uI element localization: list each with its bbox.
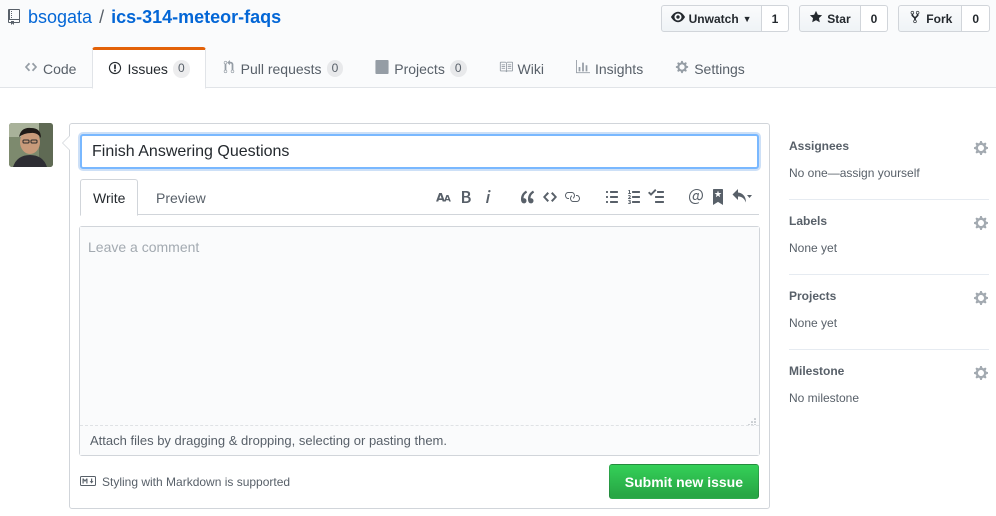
tab-insights-label: Insights (594, 60, 644, 77)
link-icon[interactable] (561, 186, 583, 208)
milestone-gear-icon[interactable] (973, 365, 989, 381)
tab-wiki[interactable]: Wiki (483, 47, 560, 88)
submit-new-issue-button[interactable]: Submit new issue (608, 464, 759, 499)
issue-opened-icon (108, 61, 122, 78)
unwatch-label: Unwatch (688, 11, 739, 26)
fork-button[interactable]: Fork (898, 5, 963, 32)
header-text-icon[interactable]: AA (433, 186, 455, 208)
fork-label: Fork (926, 11, 953, 26)
tab-issues[interactable]: Issues 0 (92, 47, 206, 89)
star-group: Star 0 (799, 5, 889, 32)
projects-gear-icon[interactable] (973, 290, 989, 306)
star-icon (809, 10, 823, 27)
repo-icon (8, 8, 22, 27)
tab-issues-label: Issues (127, 61, 168, 77)
new-issue-form: Write Preview AA (62, 123, 770, 509)
repo-header: bsogata / ics-314-meteor-faqs Unwatch ▼ … (0, 0, 996, 89)
repo-name-link[interactable]: ics-314-meteor-faqs (111, 7, 281, 28)
labels-value: None yet (789, 241, 838, 255)
star-button[interactable]: Star (799, 5, 861, 32)
tab-insights[interactable]: Insights (560, 47, 659, 88)
watch-count[interactable]: 1 (761, 5, 790, 32)
code-icon (24, 60, 38, 77)
sidebar-projects: Projects None yet (789, 275, 989, 350)
resize-handle-icon[interactable] (748, 413, 756, 426)
repo-title: bsogata / ics-314-meteor-faqs (8, 7, 281, 28)
avatar-image (9, 123, 53, 167)
fork-icon (908, 10, 922, 27)
projects-counter: 0 (449, 59, 467, 78)
tab-projects[interactable]: Projects 0 (359, 47, 482, 88)
tab-settings-label: Settings (694, 60, 745, 77)
star-label: Star (827, 11, 851, 26)
editor-tabnav: Write Preview AA (80, 179, 759, 216)
comment-editor: Attach files by dragging & dropping, sel… (79, 226, 760, 456)
issue-title-input[interactable] (80, 134, 759, 169)
tab-pull-requests-label: Pull requests (240, 60, 322, 77)
book-icon (499, 60, 513, 77)
toolbar-group-text: AA (433, 186, 499, 208)
sidebar-assignees: Assignees No one—assign yourself (789, 125, 989, 200)
issue-sidebar: Assignees No one—assign yourself Labels … (789, 125, 989, 425)
tab-projects-label: Projects (394, 60, 445, 77)
assignees-value[interactable]: No one—assign yourself (789, 166, 989, 180)
tab-code-label: Code (43, 60, 77, 77)
tab-write[interactable]: Write (80, 179, 139, 216)
italic-icon[interactable] (477, 186, 499, 208)
list-unordered-icon[interactable] (601, 186, 623, 208)
unwatch-button[interactable]: Unwatch ▼ (660, 5, 762, 32)
quote-icon[interactable] (517, 186, 539, 208)
projects-heading[interactable]: Projects (789, 289, 989, 303)
milestone-heading[interactable]: Milestone (789, 364, 989, 378)
issues-counter: 0 (172, 60, 190, 78)
tab-code[interactable]: Code (8, 47, 92, 88)
toolbar-group-insert (517, 186, 583, 208)
tab-settings[interactable]: Settings (659, 47, 761, 88)
labels-heading[interactable]: Labels (789, 214, 989, 228)
bold-icon[interactable] (455, 186, 477, 208)
toolbar-group-lists (601, 186, 667, 208)
markdown-hint[interactable]: Styling with Markdown is supported (80, 475, 290, 489)
assignees-gear-icon[interactable] (973, 140, 989, 156)
labels-gear-icon[interactable] (973, 215, 989, 231)
list-ordered-icon[interactable] (623, 186, 645, 208)
star-count[interactable]: 0 (860, 5, 889, 32)
projects-value: None yet (789, 316, 838, 330)
svg-text:A: A (444, 194, 451, 204)
tab-preview[interactable]: Preview (144, 179, 218, 216)
sidebar-milestone: Milestone No milestone (789, 350, 989, 425)
markdown-icon (80, 475, 96, 489)
form-actions: Styling with Markdown is supported Submi… (80, 462, 759, 502)
project-icon (375, 60, 389, 77)
repo-separator: / (99, 7, 105, 27)
bookmark-icon[interactable] (707, 186, 729, 208)
sidebar-labels: Labels None yet (789, 200, 989, 275)
eye-icon (670, 10, 685, 27)
pull-request-icon (222, 60, 236, 77)
code-icon-toolbar[interactable] (539, 186, 561, 208)
repo-owner-link[interactable]: bsogata (28, 7, 92, 28)
repo-actions: Unwatch ▼ 1 Star 0 Fork 0 (660, 5, 990, 32)
tasklist-icon[interactable] (645, 186, 667, 208)
tab-wiki-label: Wiki (517, 60, 544, 77)
avatar[interactable] (9, 123, 53, 167)
attach-files-hint[interactable]: Attach files by dragging & dropping, sel… (80, 425, 759, 455)
pull-requests-counter: 0 (326, 59, 344, 78)
gear-icon (675, 60, 689, 77)
reply-icon[interactable] (729, 186, 755, 208)
toolbar-group-misc (685, 186, 755, 208)
tab-pull-requests[interactable]: Pull requests 0 (206, 47, 360, 88)
milestone-value: No milestone (789, 391, 860, 405)
fork-group: Fork 0 (898, 5, 990, 32)
graph-icon (575, 60, 590, 77)
repo-nav: Code Issues 0 Pull requests 0 Projects 0 (8, 47, 761, 89)
markdown-hint-text: Styling with Markdown is supported (102, 475, 291, 489)
mention-icon[interactable] (685, 186, 707, 208)
comment-textarea[interactable] (80, 227, 759, 425)
caret-down-icon: ▼ (742, 13, 752, 24)
markdown-toolbar: AA (415, 186, 755, 208)
assignees-heading[interactable]: Assignees (789, 139, 989, 153)
watch-group: Unwatch ▼ 1 (660, 5, 790, 32)
fork-count[interactable]: 0 (962, 5, 990, 32)
